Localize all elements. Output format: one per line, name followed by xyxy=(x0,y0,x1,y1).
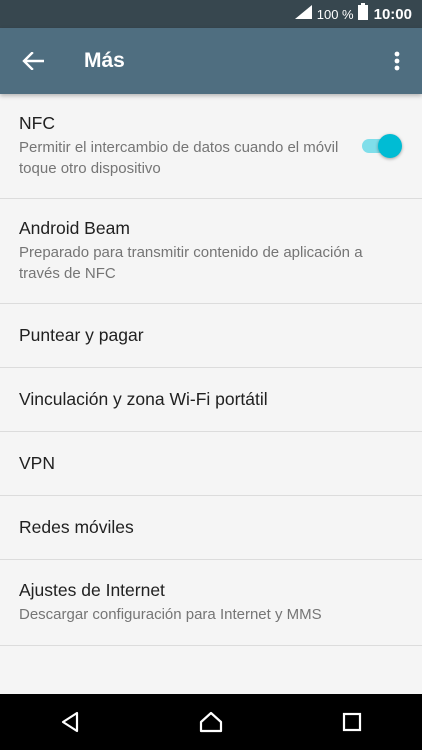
status-bar: 100 % 10:00 xyxy=(0,0,422,28)
more-vert-icon xyxy=(394,51,400,71)
app-bar: Más xyxy=(0,28,422,94)
signal-icon xyxy=(294,4,313,24)
back-button[interactable] xyxy=(0,28,66,94)
battery-icon xyxy=(357,3,368,25)
navigation-bar xyxy=(0,694,422,750)
android-beam-item[interactable]: Android Beam Preparado para transmitir c… xyxy=(0,199,422,304)
page-title: Más xyxy=(84,49,125,72)
item-title: Vinculación y zona Wi-Fi portátil xyxy=(19,389,268,409)
square-recents-icon xyxy=(342,712,361,732)
internet-settings-item[interactable]: Ajustes de Internet Descargar configurac… xyxy=(0,560,422,646)
item-title: Redes móviles xyxy=(19,517,134,537)
triangle-back-icon xyxy=(62,711,79,733)
tap-and-pay-item[interactable]: Puntear y pagar xyxy=(0,304,422,368)
item-title: NFC xyxy=(19,113,55,133)
vpn-item[interactable]: VPN xyxy=(0,432,422,496)
item-title: Puntear y pagar xyxy=(19,325,144,345)
mobile-networks-item[interactable]: Redes móviles xyxy=(0,496,422,560)
item-subtitle: Descargar configuración para Internet y … xyxy=(19,606,322,623)
back-nav-button[interactable] xyxy=(40,694,100,750)
tethering-item[interactable]: Vinculación y zona Wi-Fi portátil xyxy=(0,368,422,432)
arrow-left-icon xyxy=(22,52,44,70)
item-title: VPN xyxy=(19,453,55,473)
item-subtitle: Permitir el intercambio de datos cuando … xyxy=(19,139,339,177)
home-nav-button[interactable] xyxy=(181,694,241,750)
nfc-item[interactable]: NFC Permitir el intercambio de datos cua… xyxy=(0,94,422,199)
more-options-button[interactable] xyxy=(372,28,422,94)
battery-percent: 100 % xyxy=(316,6,354,22)
settings-list: NFC Permitir el intercambio de datos cua… xyxy=(0,94,422,646)
home-icon xyxy=(199,711,223,733)
item-subtitle: Preparado para transmitir contenido de a… xyxy=(19,244,363,282)
item-title: Android Beam xyxy=(19,218,130,238)
recents-nav-button[interactable] xyxy=(322,694,382,750)
nfc-toggle[interactable] xyxy=(362,134,402,158)
item-title: Ajustes de Internet xyxy=(19,580,165,600)
clock: 10:00 xyxy=(373,5,412,23)
toggle-thumb xyxy=(378,134,402,158)
